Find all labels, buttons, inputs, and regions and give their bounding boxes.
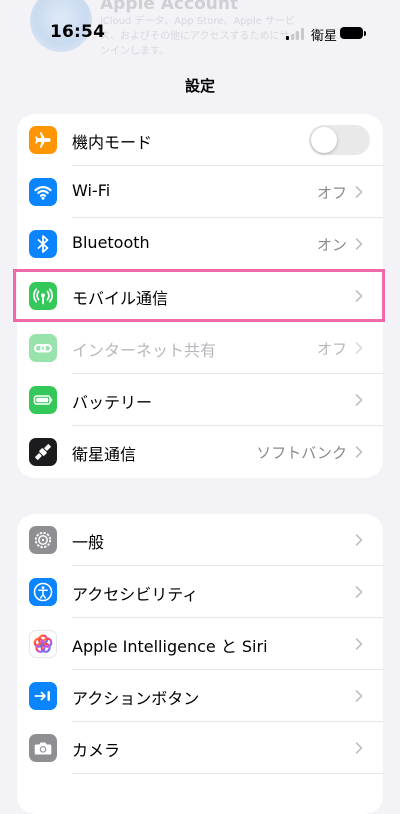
row-bluetooth[interactable]: Bluetooth オン — [17, 218, 383, 270]
siri-icon — [29, 630, 57, 658]
battery-cap — [364, 31, 366, 36]
carrier-label: 衛星 — [311, 29, 338, 44]
battery-status-icon — [340, 27, 363, 39]
chevron-right-icon — [355, 742, 363, 754]
chevron-right-icon — [355, 342, 363, 354]
row-accessibility[interactable]: アクセシビリティ — [17, 566, 383, 618]
page-title: 設定 — [184, 77, 215, 95]
wifi-icon — [29, 178, 57, 206]
settings-group-general: 一般 アクセシビリティ Apple Intelligence と Siri アク… — [17, 514, 383, 814]
row-label: アクセシビリティ — [72, 585, 199, 604]
chevron-right-icon — [355, 638, 363, 650]
row-general[interactable]: 一般 — [17, 514, 383, 566]
row-value: オフ — [316, 184, 347, 202]
row-battery[interactable]: バッテリー — [17, 374, 383, 426]
satellite-icon — [29, 438, 57, 466]
airplane-mode-toggle[interactable] — [309, 125, 370, 155]
chevron-right-icon — [355, 238, 363, 250]
chevron-right-icon — [355, 394, 363, 406]
toggle-knob — [311, 127, 337, 153]
link-icon — [29, 334, 57, 362]
row-label: アクションボタン — [72, 689, 200, 708]
row-label: 機内モード — [72, 133, 153, 152]
row-label: Apple Intelligence と Siri — [72, 637, 268, 656]
accessibility-icon — [29, 578, 57, 606]
row-label: 一般 — [72, 533, 105, 552]
row-label: カメラ — [72, 741, 121, 760]
row-value: オン — [316, 236, 347, 254]
row-wifi[interactable]: Wi-Fi オフ — [17, 166, 383, 218]
battery-icon — [29, 386, 57, 414]
row-label: Bluetooth — [72, 233, 150, 252]
chevron-right-icon — [355, 690, 363, 702]
camera-icon — [29, 734, 57, 762]
status-time: 16:54 — [50, 22, 106, 42]
highlight-box — [13, 269, 385, 322]
row-label: Wi-Fi — [72, 181, 111, 200]
separator — [72, 773, 383, 774]
chevron-right-icon — [355, 534, 363, 546]
chevron-right-icon — [355, 586, 363, 598]
chevron-right-icon — [355, 446, 363, 458]
chevron-right-icon — [355, 186, 363, 198]
row-personal-hotspot[interactable]: インターネット共有 オフ — [17, 322, 383, 374]
row-label: インターネット共有 — [72, 341, 217, 360]
airplane-icon — [29, 126, 57, 154]
row-airplane-mode[interactable]: 機内モード — [17, 114, 383, 166]
row-action-button[interactable]: アクションボタン — [17, 670, 383, 722]
cellular-signal-icon — [286, 28, 306, 40]
row-value: オフ — [316, 340, 347, 358]
row-label: バッテリー — [72, 393, 153, 412]
status-bar: 16:54 衛星 — [0, 0, 400, 56]
row-apple-intelligence-siri[interactable]: Apple Intelligence と Siri — [17, 618, 383, 670]
row-satellite[interactable]: 衛星通信 ソフトバンク — [17, 426, 383, 478]
action-button-icon — [29, 682, 57, 710]
row-label: 衛星通信 — [72, 445, 137, 464]
row-value: ソフトバンク — [256, 444, 347, 462]
bluetooth-icon — [29, 230, 57, 258]
row-camera[interactable]: カメラ — [17, 722, 383, 774]
gear-icon — [29, 526, 57, 554]
